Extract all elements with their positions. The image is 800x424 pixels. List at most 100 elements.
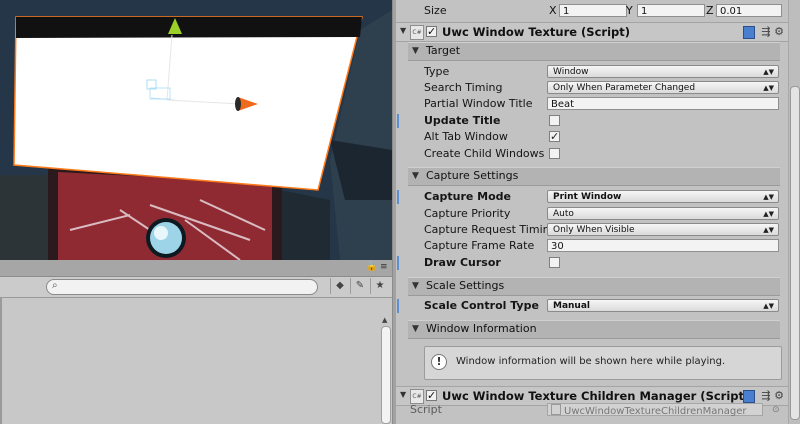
type-label: Type <box>424 65 450 78</box>
size-x-field[interactable]: 1 <box>559 4 627 17</box>
gear-icon[interactable]: ⚙ <box>774 25 784 38</box>
children-manager-enabled-checkbox[interactable]: ✓ <box>426 390 437 401</box>
draw-cursor-checkbox[interactable] <box>549 257 560 268</box>
type-value: Window <box>553 67 589 77</box>
draw-cursor-label: Draw Cursor <box>424 256 501 269</box>
draw-cursor-row: Draw Cursor <box>396 255 788 271</box>
uwc-window-texture-header[interactable]: ▼ C# ✓ Uwc Window Texture (Script) ⇶ ⚙ <box>396 22 788 42</box>
capture-mode-row: Capture Mode Print Window ▲▼ <box>396 189 788 205</box>
search-timing-row: Search Timing Only When Parameter Change… <box>396 80 788 96</box>
scale-control-type-row: Scale Control Type Manual ▲▼ <box>396 298 788 314</box>
panel-menu-icon[interactable]: ≡ <box>380 262 388 272</box>
create-child-windows-checkbox[interactable] <box>549 148 560 159</box>
size-row: Size X 1 Y 1 Z 0.01 <box>396 3 788 19</box>
size-label: Size <box>424 4 447 17</box>
type-row: Type Window ▲▼ <box>396 64 788 80</box>
dropdown-arrow-icon: ▲▼ <box>763 84 774 92</box>
create-child-windows-row: Create Child Windows <box>396 146 788 162</box>
gear-icon[interactable]: ⚙ <box>774 389 784 402</box>
inspector-scrollbar-thumb[interactable] <box>790 86 800 420</box>
size-y-label: Y <box>626 4 633 17</box>
window-texture-titlebar <box>16 17 362 38</box>
collapse-triangle-icon[interactable]: ▼ <box>400 390 406 399</box>
override-marker <box>397 114 399 128</box>
lock-icon[interactable]: 🔒 <box>366 262 377 272</box>
object-picker-icon[interactable]: ⊙ <box>772 402 780 418</box>
update-title-row: Update Title <box>396 113 788 129</box>
window-texture-quad[interactable] <box>13 16 363 191</box>
book-help-icon[interactable] <box>743 25 756 39</box>
capture-request-timing-value: Only When Visible <box>553 225 635 235</box>
component-title: Uwc Window Texture (Script) <box>442 25 631 39</box>
capture-settings-title: Capture Settings <box>426 169 519 182</box>
search-input[interactable]: ⌕ <box>46 279 318 295</box>
info-message: Window information will be shown here wh… <box>456 356 726 367</box>
search-timing-dropdown[interactable]: Only When Parameter Changed ▲▼ <box>547 81 779 94</box>
scene-floor-right <box>280 190 330 260</box>
window-information-title: Window Information <box>426 322 537 335</box>
capture-frame-rate-field[interactable]: 30 <box>547 239 779 252</box>
project-panel: 🔒 ≡ ⌕ ◆ ✎ ★ ▲ <box>0 260 392 424</box>
script-object-field: UwcWindowTextureChildrenManager <box>547 403 763 417</box>
inspector-panel: Size X 1 Y 1 Z 0.01 ▼ C# ✓ Uwc Window Te… <box>396 0 800 424</box>
component-header-icons: ⇶ ⚙ <box>743 25 784 39</box>
override-marker <box>397 190 399 204</box>
target-foldout[interactable]: ▼ Target <box>408 42 780 61</box>
scene-view[interactable] <box>0 0 392 260</box>
project-scrollbar-thumb[interactable] <box>381 326 391 424</box>
info-helpbox: ! Window information will be shown here … <box>424 346 782 380</box>
capture-mode-dropdown[interactable]: Print Window ▲▼ <box>547 190 779 203</box>
project-toolbar: ⌕ ◆ ✎ ★ <box>0 277 392 298</box>
sphere-highlight <box>154 226 168 240</box>
capture-priority-dropdown[interactable]: Auto ▲▼ <box>547 207 779 220</box>
size-y-field[interactable]: 1 <box>637 4 705 17</box>
csharp-script-icon: C# <box>410 25 424 40</box>
create-child-windows-label: Create Child Windows <box>424 147 545 160</box>
scene-canvas[interactable] <box>0 0 392 260</box>
gizmo-x-cone-base <box>235 97 241 111</box>
capture-frame-rate-label: Capture Frame Rate <box>424 239 535 252</box>
filter-by-type-icon[interactable]: ◆ <box>330 278 349 294</box>
preset-sliders-icon[interactable]: ⇶ <box>761 389 770 402</box>
alt-tab-window-row: Alt Tab Window ✓ <box>396 129 788 145</box>
capture-settings-foldout[interactable]: ▼ Capture Settings <box>408 167 780 186</box>
scene-floor-left <box>0 175 50 260</box>
script-asset-icon <box>551 404 561 415</box>
book-help-icon[interactable] <box>743 389 756 403</box>
capture-request-timing-dropdown[interactable]: Only When Visible ▲▼ <box>547 223 779 236</box>
preset-sliders-icon[interactable]: ⇶ <box>761 25 770 38</box>
capture-mode-label: Capture Mode <box>424 190 512 203</box>
scale-control-type-value: Manual <box>553 301 591 311</box>
scroll-up-arrow-icon[interactable]: ▲ <box>382 316 387 324</box>
capture-request-timing-row: Capture Request Timing Only When Visible… <box>396 222 788 238</box>
dropdown-arrow-icon: ▲▼ <box>763 302 774 310</box>
dropdown-arrow-icon: ▲▼ <box>763 210 774 218</box>
capture-mode-value: Print Window <box>553 192 622 202</box>
type-dropdown[interactable]: Window ▲▼ <box>547 65 779 78</box>
dropdown-arrow-icon: ▲▼ <box>763 226 774 234</box>
favorites-star-icon[interactable]: ★ <box>370 278 389 294</box>
alt-tab-window-checkbox[interactable]: ✓ <box>549 131 560 142</box>
sphere-object <box>150 222 182 254</box>
update-title-checkbox[interactable] <box>549 115 560 126</box>
partial-window-title-field[interactable]: Beat <box>547 97 779 110</box>
info-icon: ! <box>431 354 447 370</box>
filter-by-label-icon[interactable]: ✎ <box>350 278 369 294</box>
script-value: UwcWindowTextureChildrenManager <box>564 406 747 417</box>
size-z-field[interactable]: 0.01 <box>716 4 782 17</box>
foldout-triangle-icon: ▼ <box>412 281 419 291</box>
size-z-label: Z <box>706 4 714 17</box>
collapse-triangle-icon[interactable]: ▼ <box>400 26 406 35</box>
script-label: Script <box>410 403 442 416</box>
alt-tab-window-label: Alt Tab Window <box>424 130 508 143</box>
update-title-label: Update Title <box>424 114 501 127</box>
window-information-foldout[interactable]: ▼ Window Information <box>408 320 780 339</box>
dropdown-arrow-icon: ▲▼ <box>763 193 774 201</box>
partial-window-title-label: Partial Window Title <box>424 97 533 110</box>
scale-settings-foldout[interactable]: ▼ Scale Settings <box>408 277 780 296</box>
scale-settings-title: Scale Settings <box>426 279 505 292</box>
project-left-divider <box>0 298 2 424</box>
scale-control-type-dropdown[interactable]: Manual ▲▼ <box>547 299 779 312</box>
override-marker <box>397 299 399 313</box>
component-enabled-checkbox[interactable]: ✓ <box>426 26 437 37</box>
